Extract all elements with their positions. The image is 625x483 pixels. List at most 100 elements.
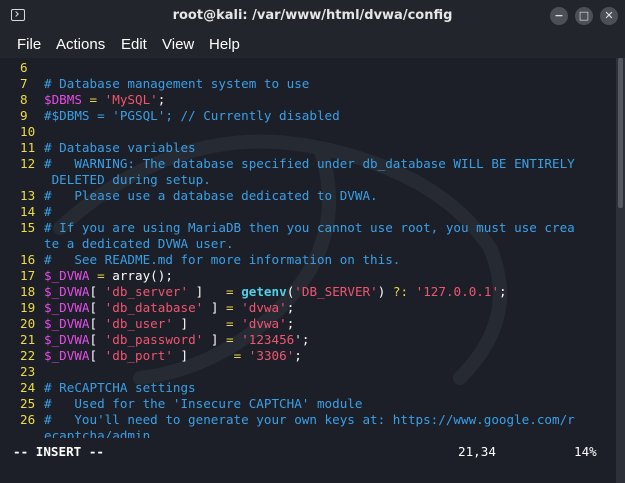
code-token: 'db_password' <box>104 332 204 347</box>
line-number: 12 <box>20 156 36 171</box>
code-token: # ReCAPTCHA settings <box>44 380 196 395</box>
code-token: # Database management system to use <box>44 76 310 91</box>
code-token: ; <box>286 300 295 315</box>
code-token: $DBMS <box>44 92 82 107</box>
code-token: [ <box>89 316 105 331</box>
code-token: [ <box>89 284 105 299</box>
line-number: 13 <box>20 188 36 203</box>
code-token: $_DVWA <box>44 284 90 299</box>
code-line: 24 # ReCAPTCHA settings <box>0 380 575 396</box>
code-line: 23 <box>0 364 575 380</box>
code-line: 26 # You'll need to generate your own key… <box>0 412 575 428</box>
code-token: #$DBMS = 'PGSQL'; // Currently disabled <box>44 108 340 123</box>
code-view: 6 7 # Database management system to use 8 $D… <box>0 60 575 438</box>
code-token: getenv <box>241 284 287 299</box>
code-line: 19 $_DVWA[ 'db_database' ] = 'dvwa'; <box>0 300 575 316</box>
code-token: '127.0.0.1' <box>415 284 500 299</box>
code-token: 'db_server' <box>104 284 189 299</box>
code-token: '3306' <box>248 348 295 363</box>
code-line: 16 # See README.md for more information o… <box>0 252 575 268</box>
code-line: te a dedicated DVWA user. <box>0 236 575 252</box>
code-line: 21 $_DVWA[ 'db_password' ] = '123456'; <box>0 332 575 348</box>
vertical-scrollbar[interactable] <box>616 58 625 483</box>
code-token: DELETED during setup. <box>44 172 211 187</box>
code-token: 'DB_SERVER' <box>294 284 378 299</box>
status-bar: -- INSERT -- 21,34 14% <box>0 438 616 466</box>
title-bar: root@kali: /var/www/html/dvwa/config − □… <box>0 0 625 32</box>
code-line: 8 $DBMS = 'MySQL'; <box>0 92 575 108</box>
text-cursor: ' <box>294 332 302 347</box>
line-number: 8 <box>20 92 28 107</box>
line-number: 20 <box>20 316 36 331</box>
code-token: array(); <box>112 268 173 283</box>
line-number: 7 <box>20 76 28 91</box>
code-token: ] <box>203 300 226 315</box>
minimize-button[interactable]: − <box>550 7 568 25</box>
code-token: '123456 <box>241 332 295 347</box>
code-token: 'db_user' <box>104 316 173 331</box>
code-token: = <box>226 284 234 299</box>
menu-view[interactable]: View <box>162 36 194 53</box>
code-token: 'dvwa' <box>241 316 287 331</box>
code-token: $_DVWA <box>44 332 90 347</box>
code-line: 13 # Please use a database dedicated to D… <box>0 188 575 204</box>
menu-file[interactable]: File <box>17 36 41 53</box>
code-token: ; <box>499 284 507 299</box>
code-line: 9 #$DBMS = 'PGSQL'; // Currently disabled <box>0 108 575 124</box>
close-button[interactable]: ✕ <box>600 7 618 25</box>
menu-actions[interactable]: Actions <box>56 36 105 53</box>
scrollbar-thumb[interactable] <box>618 58 623 208</box>
window-title: root@kali: /var/www/html/dvwa/config <box>172 8 453 23</box>
code-token: ; <box>294 348 302 363</box>
code-token: = <box>226 316 234 331</box>
code-line: 7 # Database management system to use <box>0 76 575 92</box>
code-token: 'db_port' <box>104 348 173 363</box>
code-line: 22 $_DVWA[ 'db_port' ] = '3306'; <box>0 348 575 364</box>
code-line: 11 # Database variables <box>0 140 575 156</box>
code-token: ] <box>203 332 226 347</box>
code-token: ] <box>172 316 226 331</box>
code-token: = <box>89 268 113 283</box>
code-token: $_DVWA <box>44 268 90 283</box>
code-token: # You'll need to generate your own keys … <box>44 412 575 427</box>
line-number: 19 <box>20 300 36 315</box>
code-token: $_DVWA <box>44 316 90 331</box>
code-token: # If you are using MariaDB then you cann… <box>44 220 575 235</box>
editor-area[interactable]: 6 7 # Database management system to use 8 $D… <box>0 58 616 438</box>
code-token: 'db_database' <box>104 300 204 315</box>
menu-help[interactable]: Help <box>209 36 240 53</box>
code-token: $_DVWA <box>44 348 90 363</box>
code-line: ecaptcha/admin <box>0 428 575 438</box>
line-number: 21 <box>20 332 36 347</box>
menu-bar: File Actions Edit View Help <box>0 32 625 58</box>
code-token: # <box>44 204 52 219</box>
code-line: 25 # Used for the 'Insecure CAPTCHA' modu… <box>0 396 575 412</box>
line-number: 18 <box>20 284 36 299</box>
maximize-button[interactable]: □ <box>575 7 593 25</box>
code-token: ?: <box>392 284 409 299</box>
line-number: 17 <box>20 268 36 283</box>
code-token: = <box>226 300 234 315</box>
code-token: ; <box>286 316 295 331</box>
code-line: DELETED during setup. <box>0 172 575 188</box>
code-token: ecaptcha/admin <box>44 428 151 438</box>
code-token: $_DVWA <box>44 300 90 315</box>
line-number: 10 <box>20 124 36 139</box>
code-token: 'MySQL' <box>104 92 158 107</box>
code-token: # Used for the 'Insecure CAPTCHA' module <box>44 396 363 411</box>
code-token: ; <box>301 332 310 347</box>
code-token: te a dedicated DVWA user. <box>44 236 234 251</box>
mode-indicator: -- INSERT -- <box>13 444 104 459</box>
code-line: 17 $_DVWA = array(); <box>0 268 575 284</box>
code-line: 6 <box>0 60 575 76</box>
code-token: [ <box>89 332 105 347</box>
line-number: 26 <box>20 412 36 427</box>
code-line: 15 # If you are using MariaDB then you ca… <box>0 220 575 236</box>
code-token: # Please use a database dedicated to DVW… <box>44 188 378 203</box>
line-number: 11 <box>20 140 36 155</box>
cursor-position: 21,34 <box>458 444 496 459</box>
scroll-percent: 14% <box>574 444 597 459</box>
menu-edit[interactable]: Edit <box>121 36 147 53</box>
